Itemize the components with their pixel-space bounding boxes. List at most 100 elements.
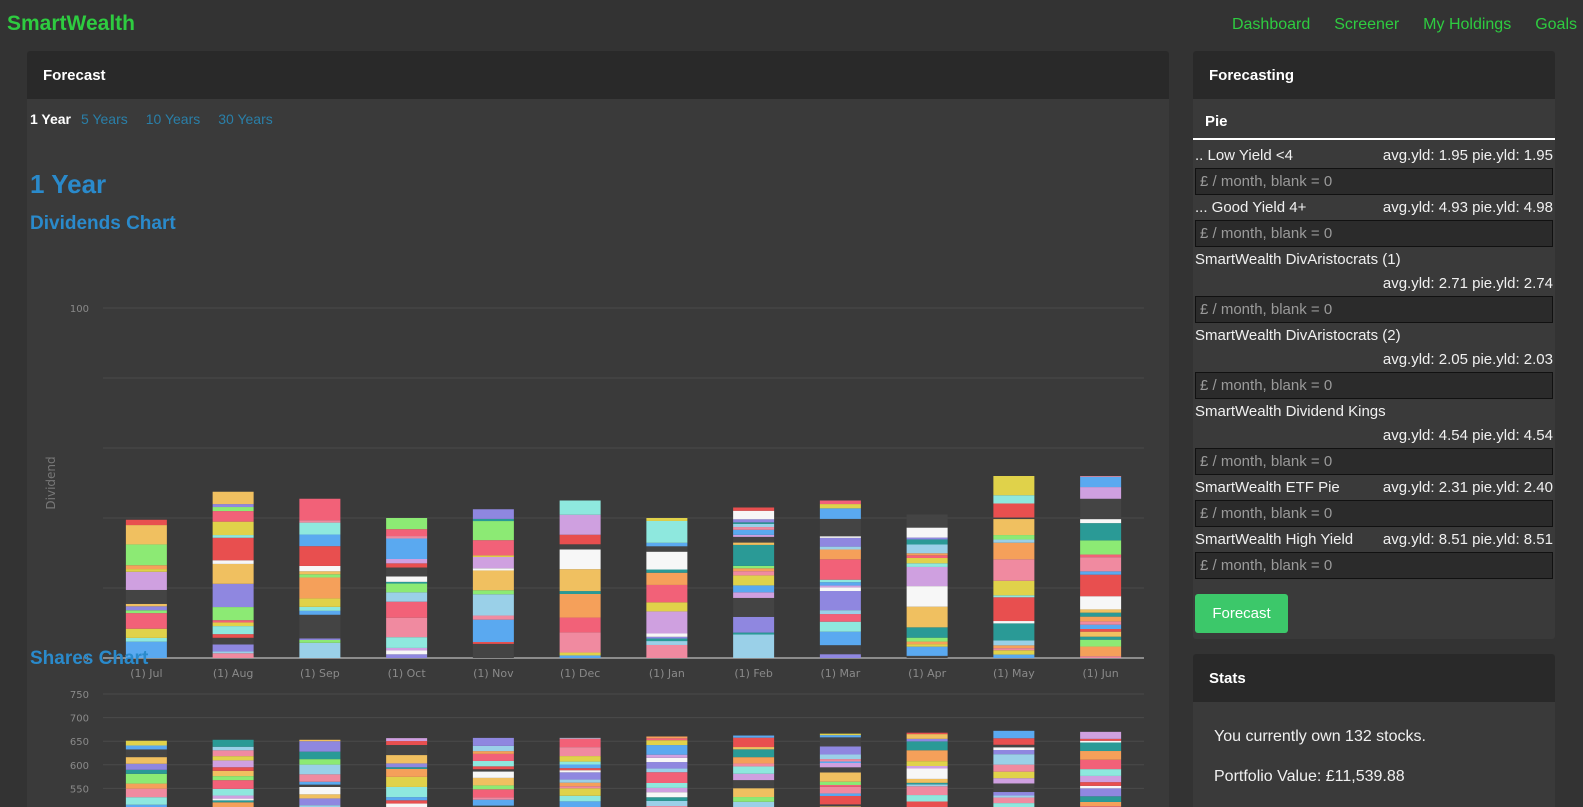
y-tick-label: 750 (70, 690, 89, 701)
forecast-button[interactable]: Forecast (1195, 594, 1288, 633)
bar-segment (819, 621, 861, 632)
pie-monthly-amount-input[interactable] (1195, 552, 1553, 579)
brand-logo[interactable]: SmartWealth (7, 12, 135, 36)
nav-dashboard[interactable]: Dashboard (1232, 16, 1310, 34)
tab-5-years[interactable]: 5 Years (81, 111, 136, 127)
bar-segment (212, 760, 254, 768)
bar-segment (125, 519, 167, 526)
pie-monthly-amount-input[interactable] (1195, 448, 1553, 475)
bar-segment (1080, 738, 1122, 741)
bar-segment (906, 555, 948, 559)
bar-segment (819, 536, 861, 538)
bar-segment (906, 795, 948, 802)
bar-segment (733, 523, 775, 528)
pie-monthly-amount-input[interactable] (1195, 296, 1553, 323)
bar-segment (819, 654, 861, 658)
pie-monthly-amount-input[interactable] (1195, 500, 1553, 527)
pie-row: SmartWealth DivAristocrats (1) avg.yld: 2… (1195, 248, 1553, 296)
bar-segment (819, 546, 861, 550)
bar-segment (993, 747, 1035, 750)
bar-segment (212, 798, 254, 801)
y-tick-label: 100 (70, 304, 89, 315)
bar-segment (559, 786, 601, 789)
bar-segment (819, 804, 861, 807)
bar-segment (646, 602, 688, 612)
bar-segment (819, 784, 861, 787)
bar-segment (125, 788, 167, 798)
bar-segment (1080, 519, 1122, 524)
bar-segment (819, 559, 861, 580)
bar-segment (646, 745, 688, 755)
bar-segment (733, 747, 775, 750)
bar-segment (125, 610, 167, 614)
bar-segment (733, 522, 775, 524)
bar-segment (646, 740, 688, 746)
bar-segment (819, 733, 861, 736)
pie-monthly-amount-input[interactable] (1195, 220, 1553, 247)
bar-segment (299, 786, 341, 795)
bar-stack (819, 733, 861, 807)
bar-segment (819, 737, 861, 747)
bar-segment (646, 569, 688, 573)
bar-segment (646, 551, 688, 570)
bar-segment (559, 500, 601, 515)
y-axis-label: Dividend (44, 456, 58, 509)
bar-segment (993, 542, 1035, 560)
bar-segment (1080, 788, 1122, 797)
tab-10-years[interactable]: 10 Years (146, 111, 209, 127)
nav-my-holdings[interactable]: My Holdings (1423, 16, 1511, 34)
bar-segment (646, 611, 688, 634)
bar-segment (125, 749, 167, 758)
pie-monthly-amount-input[interactable] (1195, 372, 1553, 399)
bar-segment (472, 760, 514, 767)
bar-segment (472, 797, 514, 800)
pie-name: SmartWealth Dividend Kings (1195, 403, 1386, 420)
tab-30-years[interactable]: 30 Years (218, 111, 281, 127)
bar-segment (559, 772, 601, 780)
bar-segment (212, 535, 254, 538)
bar-segment (733, 634, 775, 658)
bar-segment (733, 773, 775, 781)
pie-monthly-amount-input[interactable] (1195, 168, 1553, 195)
bar-segment (733, 797, 775, 802)
pie-row: SmartWealth Dividend Kings avg.yld: 4.54 … (1195, 400, 1553, 448)
nav-goals[interactable]: Goals (1535, 16, 1577, 34)
bar-segment (212, 537, 254, 561)
bar-segment (559, 770, 601, 773)
y-tick-label: 550 (70, 784, 89, 795)
bar-segment (1080, 616, 1122, 622)
bar-segment (386, 647, 428, 651)
top-nav: Dashboard Screener My Holdings Goals (1232, 16, 1577, 34)
bar-segment (906, 768, 948, 779)
bar-segment (299, 546, 341, 566)
bar-segment (212, 563, 254, 584)
bar-segment (993, 778, 1035, 784)
bar-segment (559, 617, 601, 633)
bar-segment (993, 771, 1035, 779)
bar-segment (1080, 571, 1122, 575)
bar-stack (1080, 731, 1122, 807)
bar-segment (1080, 742, 1122, 752)
bar-segment (646, 736, 688, 739)
bar-segment (386, 741, 428, 746)
bar-segment (906, 644, 948, 647)
bar-stack (906, 514, 948, 658)
year-tabs: 1 Year 5 Years 10 Years 30 Years (30, 111, 281, 127)
bar-segment (733, 757, 775, 764)
bar-segment (1080, 639, 1122, 647)
nav-screener[interactable]: Screener (1334, 16, 1399, 34)
bar-segment (1080, 796, 1122, 802)
pie-row: .. Low Yield <4 avg.yld: 1.95 pie.yld: 1.… (1195, 144, 1553, 168)
bar-segment (646, 792, 688, 798)
bar-segment (472, 521, 514, 541)
tab-1-year[interactable]: 1 Year (30, 111, 71, 127)
bar-segment (386, 797, 428, 801)
shares-chart: 750 700 650 600 550 (70, 690, 1144, 807)
bar-segment (819, 610, 861, 615)
bar-segment (1080, 554, 1122, 558)
bar-segment (212, 795, 254, 799)
bar-segment (993, 503, 1035, 518)
bar-segment (386, 581, 428, 584)
bar-segment (472, 766, 514, 770)
bar-segment (733, 749, 775, 758)
